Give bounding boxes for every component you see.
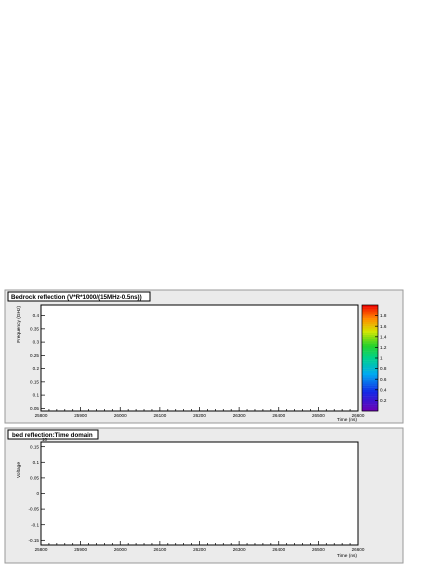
heatmap-title-box: Bedrock reflection (V*R*1000/(15MHz-0.5n… <box>7 291 151 302</box>
colorbar-segment <box>362 343 378 346</box>
colorbar-segment <box>362 319 378 323</box>
colorbar-segment <box>362 353 378 357</box>
timedomain-y-tick-label: -0.15 <box>29 538 40 543</box>
colorbar-segment <box>362 364 378 367</box>
heatmap-y-tick-label: 0.4 <box>33 313 40 318</box>
heatmap-x-tick-label: 26500 <box>312 413 325 418</box>
heatmap-y-tick-label: 0.25 <box>30 353 39 358</box>
colorbar-segment <box>362 394 378 397</box>
heatmap-x-tick-label: 26400 <box>272 413 285 418</box>
colorbar-segment <box>362 402 378 405</box>
colorbar-segment <box>362 406 378 410</box>
timedomain-x-tick-label: 26100 <box>153 547 166 552</box>
colorbar-segment <box>362 351 378 354</box>
timedomain-x-tick-label: 26400 <box>272 547 285 552</box>
colorbar-segment <box>362 332 378 335</box>
chart-canvas: Bedrock reflection (V*R*1000/(15MHz-0.5n… <box>4 289 404 564</box>
timedomain-x-tick-label: 26000 <box>114 547 127 552</box>
colorbar-segment <box>362 309 378 312</box>
timedomain-y-exponent: 10 <box>42 437 48 442</box>
heatmap-x-tick-label: 26200 <box>193 413 206 418</box>
timedomain-title-box: bed reflection:Time domain <box>7 429 99 440</box>
colorbar-segment <box>362 372 378 376</box>
colorbar-segment <box>362 385 378 388</box>
timedomain-title: bed reflection:Time domain <box>12 432 93 439</box>
heatmap-y-tick-label: 0.3 <box>33 340 40 345</box>
colorbar-tick-label: 1 <box>380 356 383 361</box>
colorbar-tick-label: 1.8 <box>380 313 387 318</box>
colorbar-tick-label: 1.4 <box>380 334 387 339</box>
heatmap-plot-frame <box>40 304 359 412</box>
colorbar-segment <box>362 396 378 399</box>
colorbar-segment <box>362 341 378 344</box>
timedomain-x-axis-label: Time (ns) <box>337 553 357 559</box>
colorbar-segment <box>362 338 378 342</box>
colorbar-tick-label: 0.4 <box>380 387 387 392</box>
timedomain-y-tick-label: -0.05 <box>29 507 40 512</box>
timedomain-x-tick-label: 26600 <box>352 547 365 552</box>
colorbar-segment <box>362 321 378 325</box>
timedomain-y-tick-label: -0.1 <box>31 522 39 527</box>
colorbar-segment <box>362 317 378 321</box>
colorbar-segment <box>362 360 378 363</box>
colorbar-segment <box>362 383 378 386</box>
colorbar-tick-label: 0.6 <box>380 377 387 382</box>
heatmap-y-tick-label: 0.1 <box>33 393 40 398</box>
heatmap-title: Bedrock reflection (V*R*1000/(15MHz-0.5n… <box>11 294 142 301</box>
timedomain-plot-frame <box>40 441 359 546</box>
timedomain-y-tick-label: 0.05 <box>30 475 39 480</box>
heatmap-y-tick-label: 0.15 <box>30 379 39 384</box>
timedomain-x-tick-label: 26300 <box>233 547 246 552</box>
heatmap-x-tick-label: 25800 <box>35 413 48 418</box>
colorbar-segment <box>362 311 378 314</box>
colorbar-segment <box>362 349 378 352</box>
heatmap-x-tick-label: 25900 <box>74 413 87 418</box>
colorbar-segment <box>362 362 378 365</box>
colorbar-tick-label: 1.2 <box>380 345 387 350</box>
timedomain-y-tick-label: 0.15 <box>30 444 39 449</box>
colorbar-segment <box>362 328 378 331</box>
heatmap-x-tick-label: 26000 <box>114 413 127 418</box>
colorbar-segment <box>362 404 378 407</box>
heatmap-y-tick-label: 0.2 <box>33 366 40 371</box>
heatmap-x-axis-label: Time (ns) <box>337 417 357 423</box>
colorbar-segment <box>362 307 378 310</box>
colorbar-tick-label: 0.2 <box>380 398 387 403</box>
heatmap-y-tick-label: 0.35 <box>30 326 39 331</box>
timedomain-y-axis-label: Voltage <box>16 462 22 478</box>
timedomain-y-tick-label: 0 <box>36 491 39 496</box>
colorbar-segment <box>362 374 378 378</box>
timedomain-x-tick-label: 26500 <box>312 547 325 552</box>
timedomain-x-tick-label: 25900 <box>74 547 87 552</box>
timedomain-panel: bed reflection:Time domain 25800 25900 260… <box>4 427 404 564</box>
heatmap-y-axis-label: Frequency (GHz) <box>16 306 22 343</box>
timedomain-y-tick-label: 0.1 <box>33 460 40 465</box>
colorbar-tick-label: 0.8 <box>380 366 387 371</box>
timedomain-x-tick-label: 26200 <box>193 547 206 552</box>
colorbar-segment <box>362 370 378 374</box>
heatmap-x-tick-label: 26100 <box>153 413 166 418</box>
heatmap-x-tick-label: 26300 <box>233 413 246 418</box>
colorbar-segment <box>362 330 378 333</box>
timedomain-x-tick-label: 25800 <box>35 547 48 552</box>
colorbar-segment <box>362 381 378 384</box>
colorbar-tick-label: 1.6 <box>380 324 387 329</box>
heatmap-panel: Bedrock reflection (V*R*1000/(15MHz-0.5n… <box>4 289 404 424</box>
heatmap-y-tick-label: 0.05 <box>30 406 39 411</box>
colorbar-segment <box>362 391 378 395</box>
